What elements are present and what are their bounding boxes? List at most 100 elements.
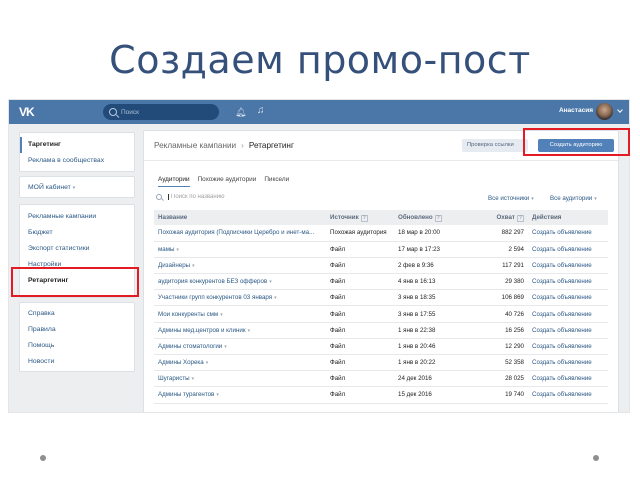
sidebar-item-community-ads[interactable]: Реклама в сообществах <box>20 153 134 169</box>
create-ad-link[interactable]: Создать объявление <box>528 354 608 372</box>
chevron-down-icon: ▾ <box>594 196 597 202</box>
chevron-down-icon[interactable]: ▾ <box>206 360 209 366</box>
audience-name[interactable]: Админы стоматологии ▾ <box>154 338 326 356</box>
chevron-down-icon[interactable] <box>617 107 623 113</box>
column-header-source[interactable]: Источник? <box>326 210 394 225</box>
global-search[interactable] <box>103 104 219 120</box>
audience-filter-dropdown[interactable]: Все аудитории ▾ <box>550 195 597 202</box>
tab-pixels[interactable]: Пиксели <box>264 175 289 187</box>
sidebar-section-cabinet: МОЙ кабинет ▾ <box>19 176 135 198</box>
chevron-down-icon[interactable]: ▾ <box>269 279 272 285</box>
audience-name-label: Админы мед.центров и клиник <box>158 326 246 334</box>
chevron-down-icon[interactable]: ▾ <box>216 392 219 398</box>
chevron-down-icon[interactable]: ▾ <box>248 328 251 334</box>
audience-source: Файл <box>326 241 394 258</box>
breadcrumb-campaigns-link[interactable]: Рекламные кампании <box>154 141 236 150</box>
chevron-down-icon[interactable]: ▾ <box>192 376 195 382</box>
audience-updated: 2 фев в 9:36 <box>394 257 478 275</box>
column-header-name[interactable]: Название <box>154 210 326 225</box>
create-ad-link[interactable]: Создать объявление <box>528 370 608 388</box>
audience-source: Похожая аудитория <box>326 225 394 242</box>
sidebar-item-cabinet[interactable]: МОЙ кабинет ▾ <box>20 180 134 196</box>
audience-name[interactable]: Админы турагентов ▾ <box>154 386 326 404</box>
sidebar-item-help[interactable]: Справка <box>20 306 134 322</box>
filter-row: Все источники▾ Все аудитории▾ <box>156 194 608 206</box>
create-ad-link[interactable]: Создать объявление <box>528 386 608 404</box>
table-row: мамы ▾ Файл 17 мар в 17:23 2 594 Создать объя… <box>154 241 608 258</box>
vk-logo-icon[interactable]: VK <box>19 105 37 119</box>
column-header-updated[interactable]: Обновлено? <box>394 210 478 225</box>
audience-reach: 16 256 <box>478 322 528 339</box>
help-icon[interactable]: ? <box>360 214 368 222</box>
vk-top-bar: VK 🔔︎ ♫ Анастасия <box>9 100 629 124</box>
sidebar-section-ads: Таргетинг Реклама в сообществах <box>19 132 135 172</box>
user-name[interactable]: Анастасия <box>559 107 593 114</box>
table-header-row: Название Источник? Обновлено? Охват? Дей… <box>154 210 608 225</box>
audience-updated: 3 янв в 17:55 <box>394 305 478 323</box>
create-ad-link[interactable]: Создать объявление <box>528 305 608 323</box>
sidebar-item-news[interactable]: Новости <box>20 354 134 370</box>
chevron-down-icon[interactable]: ▾ <box>274 295 277 301</box>
sidebar-item-targeting[interactable]: Таргетинг <box>20 137 134 153</box>
audience-name[interactable]: Админы мед.центров и клиник ▾ <box>154 322 326 339</box>
chevron-down-icon: ▾ <box>531 196 534 202</box>
sidebar-item-rules[interactable]: Правила <box>20 322 134 338</box>
audience-name-label: Шугаристы <box>158 375 190 383</box>
source-filter-dropdown[interactable]: Все источники ▾ <box>488 195 534 202</box>
create-ad-link[interactable]: Создать объявление <box>528 289 608 307</box>
create-ad-link[interactable]: Создать объявление <box>528 241 608 258</box>
audience-updated: 15 дек 2016 <box>394 386 478 404</box>
audience-name[interactable]: аудитория конкурентов БЕЗ офферов ▾ <box>154 273 326 291</box>
audience-reach: 106 869 <box>478 289 528 307</box>
help-icon[interactable]: ? <box>434 214 442 222</box>
create-ad-link[interactable]: Создать объявление <box>528 322 608 339</box>
audience-name[interactable]: Похожая аудитория (Подписчики Церебро и … <box>154 225 326 242</box>
chevron-down-icon: ▾ <box>72 185 76 191</box>
global-search-input[interactable] <box>121 108 211 116</box>
tab-audiences[interactable]: Аудитории <box>158 175 190 187</box>
sidebar-item-export[interactable]: Экспорт статистики <box>20 241 134 257</box>
audience-reach: 2 594 <box>478 241 528 258</box>
audience-name[interactable]: Шугаристы ▾ <box>154 370 326 388</box>
audience-name-label: Дизайнеры <box>158 261 191 269</box>
audience-name-label: Участники групп конкурентов 03 января <box>158 294 273 302</box>
music-icon[interactable]: ♫ <box>257 105 265 117</box>
audience-name-label: Админы стоматологии <box>158 342 223 350</box>
audience-source: Файл <box>326 257 394 275</box>
audience-search[interactable] <box>156 194 288 200</box>
help-icon[interactable]: ? <box>516 214 524 222</box>
sidebar-item-support[interactable]: Помощь <box>20 338 134 354</box>
audience-updated: 3 янв в 18:35 <box>394 289 478 307</box>
sidebar-item-budget[interactable]: Бюджет <box>20 225 134 241</box>
audience-search-input[interactable] <box>168 194 288 200</box>
audience-name[interactable]: Участники групп конкурентов 03 января ▾ <box>154 289 326 307</box>
chevron-down-icon[interactable]: ▾ <box>224 344 227 350</box>
audience-name[interactable]: Мои конкуренты смм ▾ <box>154 305 326 323</box>
create-ad-link[interactable]: Создать объявление <box>528 338 608 356</box>
audience-name[interactable]: мамы ▾ <box>154 241 326 258</box>
slide-title: Создаем промо-пост <box>109 38 531 82</box>
table-row: Админы Хорека ▾ Файл 1 янв в 20:22 52 358 Соз… <box>154 354 608 372</box>
audience-name[interactable]: Дизайнеры ▾ <box>154 257 326 275</box>
chevron-down-icon[interactable]: ▾ <box>220 312 223 318</box>
table-row: Админы стоматологии ▾ Файл 1 янв в 20:46 12 … <box>154 338 608 356</box>
tab-lookalike[interactable]: Похожие аудитории <box>198 175 257 187</box>
column-header-actions: Действия <box>528 210 608 225</box>
create-ad-link[interactable]: Создать объявление <box>528 225 608 242</box>
table-row: Мои конкуренты смм ▾ Файл 3 янв в 17:55 40 7… <box>154 305 608 323</box>
audience-source: Файл <box>326 305 394 323</box>
column-header-reach[interactable]: Охват? <box>478 210 528 225</box>
create-ad-link[interactable]: Создать объявление <box>528 257 608 275</box>
chevron-down-icon[interactable]: ▾ <box>176 247 179 253</box>
chevron-down-icon[interactable]: ▾ <box>192 263 195 269</box>
audience-reach: 29 380 <box>478 273 528 291</box>
bell-icon[interactable]: 🔔︎ <box>235 106 246 118</box>
audience-name[interactable]: Админы Хорека ▾ <box>154 354 326 372</box>
check-link-button[interactable]: Проверка ссылки <box>462 139 528 152</box>
breadcrumb: Рекламные кампании › Ретаргетинг <box>154 141 294 150</box>
create-ad-link[interactable]: Создать объявление <box>528 273 608 291</box>
audience-filter-label: Все аудитории <box>550 195 593 202</box>
sidebar-item-campaigns[interactable]: Рекламные кампании <box>20 209 134 225</box>
avatar[interactable] <box>596 103 613 120</box>
audience-name-label: Админы турагентов <box>158 391 215 399</box>
